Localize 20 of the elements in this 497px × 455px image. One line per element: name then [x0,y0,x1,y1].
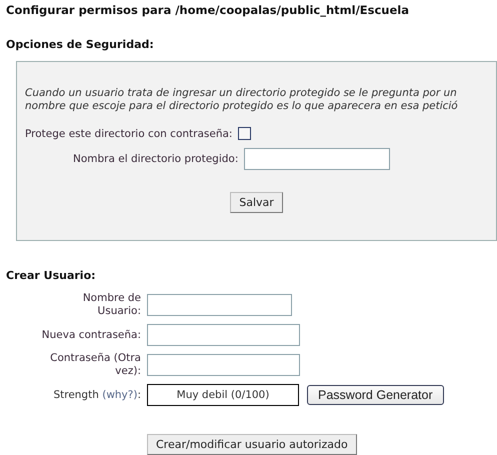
section-heading: Crear Usuario: [6,269,97,282]
protect-checkbox[interactable] [238,127,252,140]
section-heading: Opciones de Seguridad: [6,38,155,51]
field-label: Nombre de Usuario: [82,292,141,318]
strength-label: Strength (why?): [52,389,141,401]
create-user-button[interactable]: Crear/modificar usuario autorizado [147,434,357,455]
description-text: Cuando un usuario trata de ingresar un directorio protegido se le pregunta por un nombre que escoje para el directorio protegido es lo que aparecera en esa petició [25,87,459,113]
save-button[interactable]: Salvar [230,192,283,213]
field-label: Nueva contraseña: [42,328,141,342]
field-label: Contraseña (Otra vez): [49,352,141,378]
strength-meter: Muy debil (0/100) [147,384,299,406]
why-link[interactable]: (why?) [102,389,138,401]
checkbox-label: Protege este directorio con contraseña: [25,128,232,140]
input-field[interactable] [147,294,292,316]
field-label: Nombra el directorio protegido: [73,153,238,165]
page-title: Configurar permisos para /home/coopalas/public_html/Escuela [6,3,410,17]
directory-name-field[interactable] [244,148,390,170]
password-generator-button[interactable]: Password Generator [307,385,444,405]
input-field[interactable] [147,324,300,346]
input-field[interactable] [147,354,300,376]
